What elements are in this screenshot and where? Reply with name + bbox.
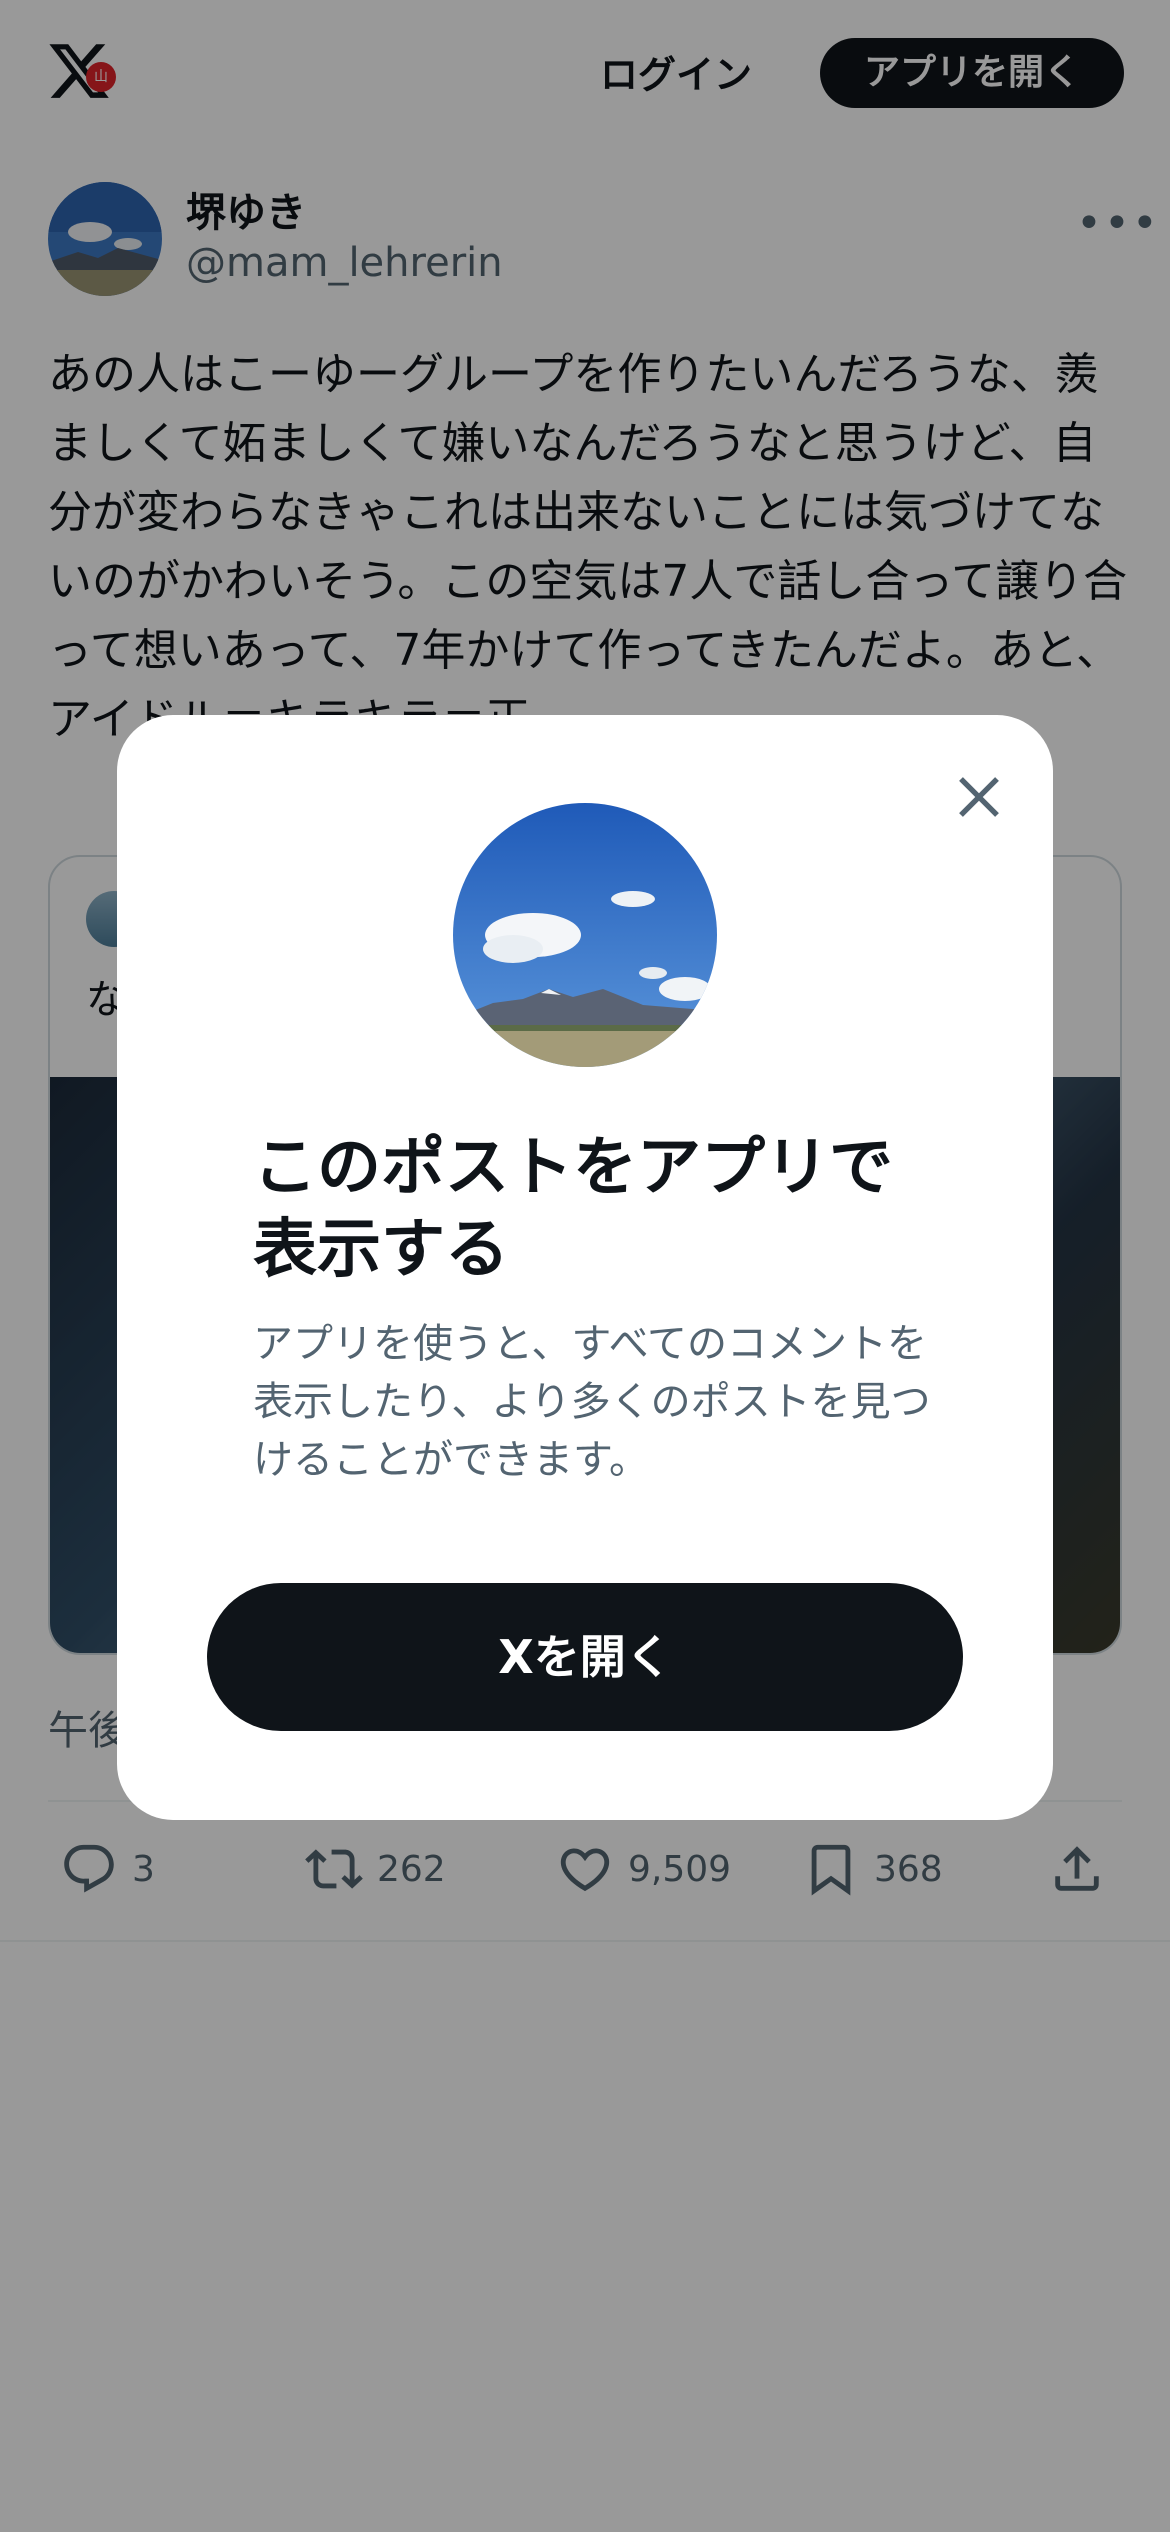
author-avatar-large [453, 803, 717, 1067]
modal-title: このポストをアプリで表示する [253, 1131, 893, 1287]
close-icon[interactable] [947, 765, 1011, 829]
open-x-button[interactable]: Xを開く [207, 1583, 963, 1731]
open-in-app-modal: このポストをアプリで表示する アプリを使うと、すべてのコメントを表示したり、より… [117, 715, 1053, 1820]
modal-description: アプリを使うと、すべてのコメントを表示したり、より多くのポストを見つけることがで… [253, 1321, 931, 1483]
